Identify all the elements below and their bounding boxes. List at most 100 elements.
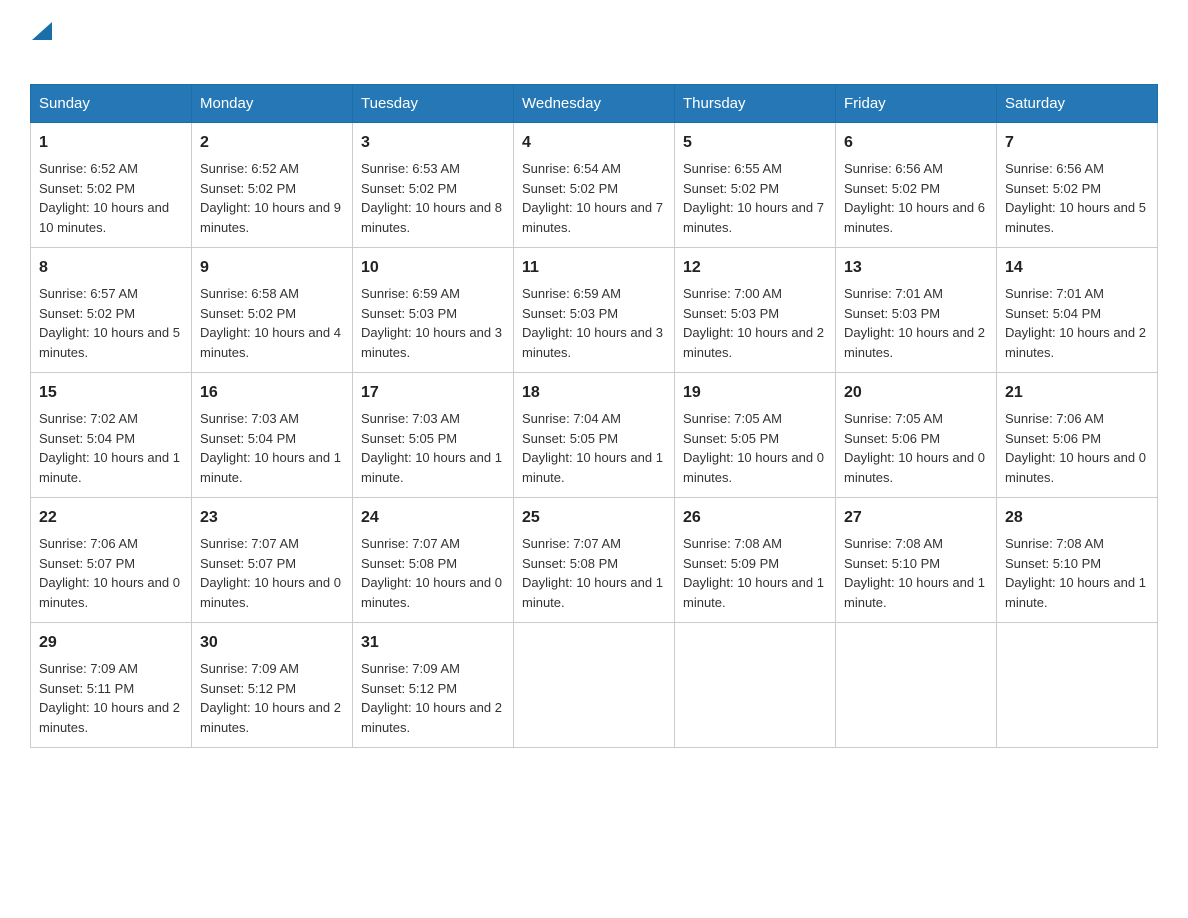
- day-info: Sunrise: 7:09 AMSunset: 5:11 PMDaylight:…: [39, 661, 180, 735]
- calendar-day-cell: 8 Sunrise: 6:57 AMSunset: 5:02 PMDayligh…: [31, 248, 192, 373]
- calendar-day-cell: [997, 623, 1158, 748]
- calendar-day-cell: 11 Sunrise: 6:59 AMSunset: 5:03 PMDaylig…: [514, 248, 675, 373]
- day-number: 12: [683, 256, 827, 280]
- day-number: 13: [844, 256, 988, 280]
- calendar-day-cell: [675, 623, 836, 748]
- calendar-day-cell: 20 Sunrise: 7:05 AMSunset: 5:06 PMDaylig…: [836, 373, 997, 498]
- day-of-week-header: Tuesday: [353, 85, 514, 123]
- calendar-week-row: 29 Sunrise: 7:09 AMSunset: 5:11 PMDaylig…: [31, 623, 1158, 748]
- day-info: Sunrise: 7:08 AMSunset: 5:10 PMDaylight:…: [1005, 536, 1146, 610]
- day-info: Sunrise: 6:54 AMSunset: 5:02 PMDaylight:…: [522, 161, 663, 235]
- day-info: Sunrise: 6:53 AMSunset: 5:02 PMDaylight:…: [361, 161, 502, 235]
- day-number: 15: [39, 381, 183, 405]
- day-info: Sunrise: 7:00 AMSunset: 5:03 PMDaylight:…: [683, 286, 824, 360]
- day-info: Sunrise: 7:01 AMSunset: 5:03 PMDaylight:…: [844, 286, 985, 360]
- day-number: 3: [361, 131, 505, 155]
- day-info: Sunrise: 6:52 AMSunset: 5:02 PMDaylight:…: [39, 161, 169, 235]
- day-number: 26: [683, 506, 827, 530]
- day-info: Sunrise: 7:05 AMSunset: 5:06 PMDaylight:…: [844, 411, 985, 485]
- calendar-day-cell: [836, 623, 997, 748]
- calendar-day-cell: 12 Sunrise: 7:00 AMSunset: 5:03 PMDaylig…: [675, 248, 836, 373]
- day-info: Sunrise: 7:09 AMSunset: 5:12 PMDaylight:…: [361, 661, 502, 735]
- day-info: Sunrise: 6:58 AMSunset: 5:02 PMDaylight:…: [200, 286, 341, 360]
- day-info: Sunrise: 7:08 AMSunset: 5:09 PMDaylight:…: [683, 536, 824, 610]
- day-number: 20: [844, 381, 988, 405]
- day-number: 19: [683, 381, 827, 405]
- day-number: 23: [200, 506, 344, 530]
- calendar-week-row: 15 Sunrise: 7:02 AMSunset: 5:04 PMDaylig…: [31, 373, 1158, 498]
- day-number: 30: [200, 631, 344, 655]
- day-number: 24: [361, 506, 505, 530]
- day-info: Sunrise: 7:03 AMSunset: 5:04 PMDaylight:…: [200, 411, 341, 485]
- day-info: Sunrise: 6:56 AMSunset: 5:02 PMDaylight:…: [1005, 161, 1146, 235]
- day-info: Sunrise: 6:57 AMSunset: 5:02 PMDaylight:…: [39, 286, 180, 360]
- calendar-day-cell: 14 Sunrise: 7:01 AMSunset: 5:04 PMDaylig…: [997, 248, 1158, 373]
- calendar-table: SundayMondayTuesdayWednesdayThursdayFrid…: [30, 84, 1158, 748]
- calendar-day-cell: 23 Sunrise: 7:07 AMSunset: 5:07 PMDaylig…: [192, 498, 353, 623]
- day-number: 9: [200, 256, 344, 280]
- day-number: 16: [200, 381, 344, 405]
- day-info: Sunrise: 7:03 AMSunset: 5:05 PMDaylight:…: [361, 411, 502, 485]
- calendar-day-cell: 16 Sunrise: 7:03 AMSunset: 5:04 PMDaylig…: [192, 373, 353, 498]
- day-number: 7: [1005, 131, 1149, 155]
- calendar-day-cell: 4 Sunrise: 6:54 AMSunset: 5:02 PMDayligh…: [514, 123, 675, 248]
- calendar-day-cell: [514, 623, 675, 748]
- day-info: Sunrise: 6:59 AMSunset: 5:03 PMDaylight:…: [361, 286, 502, 360]
- days-of-week-row: SundayMondayTuesdayWednesdayThursdayFrid…: [31, 85, 1158, 123]
- day-of-week-header: Saturday: [997, 85, 1158, 123]
- calendar-day-cell: 19 Sunrise: 7:05 AMSunset: 5:05 PMDaylig…: [675, 373, 836, 498]
- day-of-week-header: Sunday: [31, 85, 192, 123]
- day-number: 8: [39, 256, 183, 280]
- day-number: 11: [522, 256, 666, 280]
- day-info: Sunrise: 7:08 AMSunset: 5:10 PMDaylight:…: [844, 536, 985, 610]
- calendar-day-cell: 26 Sunrise: 7:08 AMSunset: 5:09 PMDaylig…: [675, 498, 836, 623]
- day-info: Sunrise: 7:05 AMSunset: 5:05 PMDaylight:…: [683, 411, 824, 485]
- day-number: 18: [522, 381, 666, 405]
- day-number: 5: [683, 131, 827, 155]
- day-of-week-header: Friday: [836, 85, 997, 123]
- calendar-day-cell: 22 Sunrise: 7:06 AMSunset: 5:07 PMDaylig…: [31, 498, 192, 623]
- calendar-day-cell: 9 Sunrise: 6:58 AMSunset: 5:02 PMDayligh…: [192, 248, 353, 373]
- day-info: Sunrise: 7:06 AMSunset: 5:06 PMDaylight:…: [1005, 411, 1146, 485]
- calendar-body: 1 Sunrise: 6:52 AMSunset: 5:02 PMDayligh…: [31, 123, 1158, 748]
- day-number: 6: [844, 131, 988, 155]
- day-number: 31: [361, 631, 505, 655]
- calendar-day-cell: 2 Sunrise: 6:52 AMSunset: 5:02 PMDayligh…: [192, 123, 353, 248]
- page-header: [30, 20, 1158, 64]
- calendar-day-cell: 25 Sunrise: 7:07 AMSunset: 5:08 PMDaylig…: [514, 498, 675, 623]
- day-number: 25: [522, 506, 666, 530]
- day-number: 17: [361, 381, 505, 405]
- day-number: 27: [844, 506, 988, 530]
- day-info: Sunrise: 7:01 AMSunset: 5:04 PMDaylight:…: [1005, 286, 1146, 360]
- calendar-day-cell: 31 Sunrise: 7:09 AMSunset: 5:12 PMDaylig…: [353, 623, 514, 748]
- day-info: Sunrise: 7:06 AMSunset: 5:07 PMDaylight:…: [39, 536, 180, 610]
- day-number: 29: [39, 631, 183, 655]
- calendar-day-cell: 24 Sunrise: 7:07 AMSunset: 5:08 PMDaylig…: [353, 498, 514, 623]
- day-info: Sunrise: 7:07 AMSunset: 5:08 PMDaylight:…: [522, 536, 663, 610]
- day-number: 4: [522, 131, 666, 155]
- calendar-day-cell: 3 Sunrise: 6:53 AMSunset: 5:02 PMDayligh…: [353, 123, 514, 248]
- calendar-week-row: 8 Sunrise: 6:57 AMSunset: 5:02 PMDayligh…: [31, 248, 1158, 373]
- calendar-day-cell: 29 Sunrise: 7:09 AMSunset: 5:11 PMDaylig…: [31, 623, 192, 748]
- day-number: 1: [39, 131, 183, 155]
- day-info: Sunrise: 6:55 AMSunset: 5:02 PMDaylight:…: [683, 161, 824, 235]
- day-info: Sunrise: 6:52 AMSunset: 5:02 PMDaylight:…: [200, 161, 341, 235]
- calendar-day-cell: 1 Sunrise: 6:52 AMSunset: 5:02 PMDayligh…: [31, 123, 192, 248]
- logo: [30, 20, 52, 64]
- calendar-day-cell: 10 Sunrise: 6:59 AMSunset: 5:03 PMDaylig…: [353, 248, 514, 373]
- day-number: 2: [200, 131, 344, 155]
- day-info: Sunrise: 6:56 AMSunset: 5:02 PMDaylight:…: [844, 161, 985, 235]
- calendar-day-cell: 5 Sunrise: 6:55 AMSunset: 5:02 PMDayligh…: [675, 123, 836, 248]
- day-number: 21: [1005, 381, 1149, 405]
- calendar-day-cell: 7 Sunrise: 6:56 AMSunset: 5:02 PMDayligh…: [997, 123, 1158, 248]
- day-info: Sunrise: 7:07 AMSunset: 5:08 PMDaylight:…: [361, 536, 502, 610]
- calendar-day-cell: 28 Sunrise: 7:08 AMSunset: 5:10 PMDaylig…: [997, 498, 1158, 623]
- calendar-day-cell: 18 Sunrise: 7:04 AMSunset: 5:05 PMDaylig…: [514, 373, 675, 498]
- day-info: Sunrise: 7:02 AMSunset: 5:04 PMDaylight:…: [39, 411, 180, 485]
- calendar-day-cell: 17 Sunrise: 7:03 AMSunset: 5:05 PMDaylig…: [353, 373, 514, 498]
- calendar-day-cell: 13 Sunrise: 7:01 AMSunset: 5:03 PMDaylig…: [836, 248, 997, 373]
- day-info: Sunrise: 7:09 AMSunset: 5:12 PMDaylight:…: [200, 661, 341, 735]
- calendar-header: SundayMondayTuesdayWednesdayThursdayFrid…: [31, 85, 1158, 123]
- day-info: Sunrise: 7:07 AMSunset: 5:07 PMDaylight:…: [200, 536, 341, 610]
- day-info: Sunrise: 6:59 AMSunset: 5:03 PMDaylight:…: [522, 286, 663, 360]
